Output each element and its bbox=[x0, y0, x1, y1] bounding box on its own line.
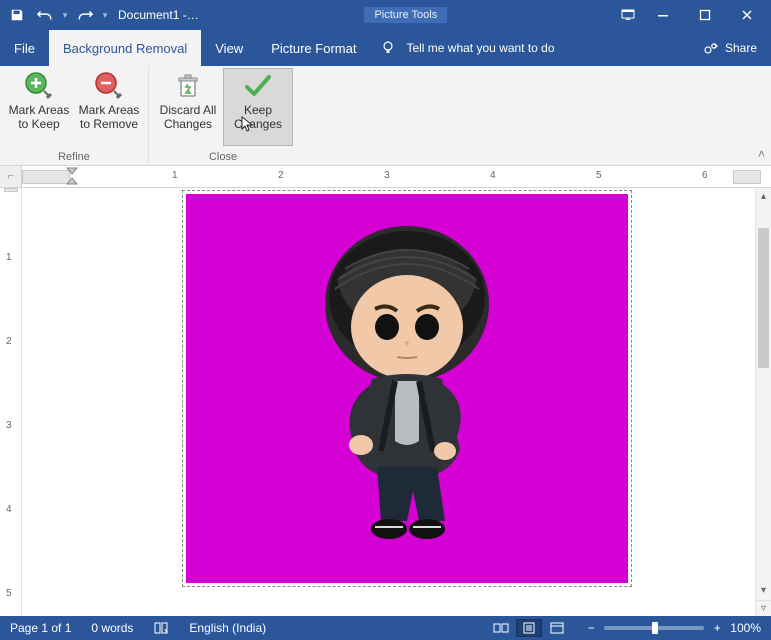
foreground-figure bbox=[277, 209, 537, 569]
share-button[interactable]: Share bbox=[689, 30, 771, 66]
proofing-status[interactable] bbox=[143, 621, 179, 635]
ruler-mark-1: 1 bbox=[172, 170, 178, 181]
document-title: Document1 -… bbox=[118, 8, 199, 22]
vruler-mark-2: 2 bbox=[6, 336, 12, 347]
document-area: 1 2 3 4 5 bbox=[0, 188, 755, 616]
zoom-out-button[interactable]: − bbox=[584, 621, 598, 635]
tab-background-removal[interactable]: Background Removal bbox=[49, 30, 201, 66]
save-icon bbox=[10, 8, 24, 22]
group-label-refine: Refine bbox=[58, 150, 90, 165]
close-button[interactable] bbox=[727, 2, 767, 28]
tell-me-placeholder: Tell me what you want to do bbox=[406, 41, 554, 55]
qat-customize[interactable]: ▾ bbox=[100, 10, 110, 21]
print-layout-icon bbox=[522, 622, 536, 634]
word-count-status[interactable]: 0 words bbox=[81, 621, 143, 635]
ruler-mark-2: 2 bbox=[278, 170, 284, 181]
ribbon-display-icon bbox=[621, 9, 635, 21]
status-bar: Page 1 of 1 0 words English (India) − + … bbox=[0, 616, 771, 640]
plus-circle-icon bbox=[24, 71, 54, 101]
mark-keep-line2: to Keep bbox=[18, 118, 59, 132]
ruler-mark-4: 4 bbox=[490, 170, 496, 181]
undo-dropdown[interactable]: ▾ bbox=[60, 10, 70, 21]
scroll-thumb[interactable] bbox=[758, 228, 769, 368]
ruler-mark-6: 6 bbox=[702, 170, 708, 181]
minimize-button[interactable] bbox=[643, 2, 683, 28]
maximize-button[interactable] bbox=[685, 2, 725, 28]
redo-icon bbox=[77, 8, 93, 22]
ruler-mark-5: 5 bbox=[596, 170, 602, 181]
language-status[interactable]: English (India) bbox=[179, 621, 276, 635]
undo-button[interactable] bbox=[32, 2, 58, 28]
cursor-icon bbox=[241, 116, 253, 132]
close-icon bbox=[741, 9, 753, 21]
save-button[interactable] bbox=[4, 2, 30, 28]
minus-circle-icon bbox=[94, 71, 124, 101]
book-icon bbox=[153, 621, 169, 635]
tab-picture-format[interactable]: Picture Format bbox=[257, 30, 370, 66]
vruler-mark-3: 3 bbox=[6, 420, 12, 431]
background-removal-preview bbox=[186, 194, 628, 583]
tab-file[interactable]: File bbox=[0, 30, 49, 66]
vruler-mark-1: 1 bbox=[6, 252, 12, 263]
tab-view[interactable]: View bbox=[201, 30, 257, 66]
keep-changes-button[interactable]: Keep Changes bbox=[223, 68, 293, 146]
discard-line2: Changes bbox=[164, 118, 212, 132]
selected-picture[interactable] bbox=[182, 190, 632, 587]
object-browse-button[interactable]: ▿ bbox=[756, 600, 771, 616]
vruler-mark-4: 4 bbox=[6, 504, 12, 515]
web-layout-icon bbox=[550, 622, 564, 634]
minimize-icon bbox=[657, 9, 669, 21]
ribbon-tabs: File Background Removal View Picture For… bbox=[0, 30, 771, 66]
contextual-tab-label: Picture Tools bbox=[364, 7, 447, 23]
ruler-mark-3: 3 bbox=[384, 170, 390, 181]
redo-button[interactable] bbox=[72, 2, 98, 28]
group-label-close: Close bbox=[209, 150, 237, 165]
lightbulb-icon bbox=[380, 40, 396, 56]
page-number-status[interactable]: Page 1 of 1 bbox=[0, 621, 81, 635]
page-content[interactable] bbox=[22, 188, 755, 616]
check-icon bbox=[243, 73, 273, 99]
mark-remove-line1: Mark Areas bbox=[79, 104, 140, 118]
vruler-mark-5: 5 bbox=[6, 588, 12, 599]
share-icon bbox=[703, 41, 719, 55]
quick-access-toolbar: ▾ ▾ bbox=[4, 2, 110, 28]
maximize-icon bbox=[699, 9, 711, 21]
tell-me-search[interactable]: Tell me what you want to do bbox=[380, 30, 689, 66]
ribbon: Mark Areas to Keep Mark Areas to Remove … bbox=[0, 66, 771, 166]
zoom-level[interactable]: 100% bbox=[730, 621, 761, 635]
group-close: Discard All Changes Keep Changes Close bbox=[149, 66, 297, 165]
undo-icon bbox=[37, 8, 53, 22]
recycle-icon bbox=[174, 72, 202, 100]
discard-line1: Discard All bbox=[160, 104, 217, 118]
keep-line1: Keep bbox=[244, 104, 272, 118]
mark-remove-line2: to Remove bbox=[80, 118, 138, 132]
web-layout-button[interactable] bbox=[544, 619, 570, 637]
scroll-up-button[interactable]: ▴ bbox=[756, 188, 771, 204]
zoom-in-button[interactable]: + bbox=[710, 621, 724, 635]
mark-areas-to-remove-button[interactable]: Mark Areas to Remove bbox=[74, 68, 144, 146]
vertical-ruler[interactable]: 1 2 3 4 5 bbox=[0, 188, 22, 616]
vertical-scrollbar[interactable]: ▴ ▾ ▿ bbox=[755, 188, 771, 616]
print-layout-button[interactable] bbox=[516, 619, 542, 637]
tab-selector[interactable]: ⌐ bbox=[0, 166, 22, 187]
horizontal-ruler[interactable]: ⌐ 1 2 3 4 5 6 bbox=[0, 166, 771, 188]
read-mode-button[interactable] bbox=[488, 619, 514, 637]
group-refine: Mark Areas to Keep Mark Areas to Remove … bbox=[0, 66, 149, 165]
ribbon-display-options[interactable] bbox=[613, 2, 643, 28]
share-label: Share bbox=[725, 41, 757, 55]
zoom-slider[interactable] bbox=[604, 626, 704, 630]
mark-keep-line1: Mark Areas bbox=[9, 104, 70, 118]
zoom-slider-knob[interactable] bbox=[652, 622, 658, 634]
title-bar: ▾ ▾ Document1 -… Picture Tools bbox=[0, 0, 771, 30]
discard-all-changes-button[interactable]: Discard All Changes bbox=[153, 68, 223, 146]
read-mode-icon bbox=[493, 622, 509, 634]
scroll-down-button[interactable]: ▾ bbox=[756, 582, 771, 598]
collapse-ribbon-button[interactable]: ˄ bbox=[758, 147, 765, 161]
mark-areas-to-keep-button[interactable]: Mark Areas to Keep bbox=[4, 68, 74, 146]
zoom-controls: − + 100% bbox=[574, 621, 771, 635]
